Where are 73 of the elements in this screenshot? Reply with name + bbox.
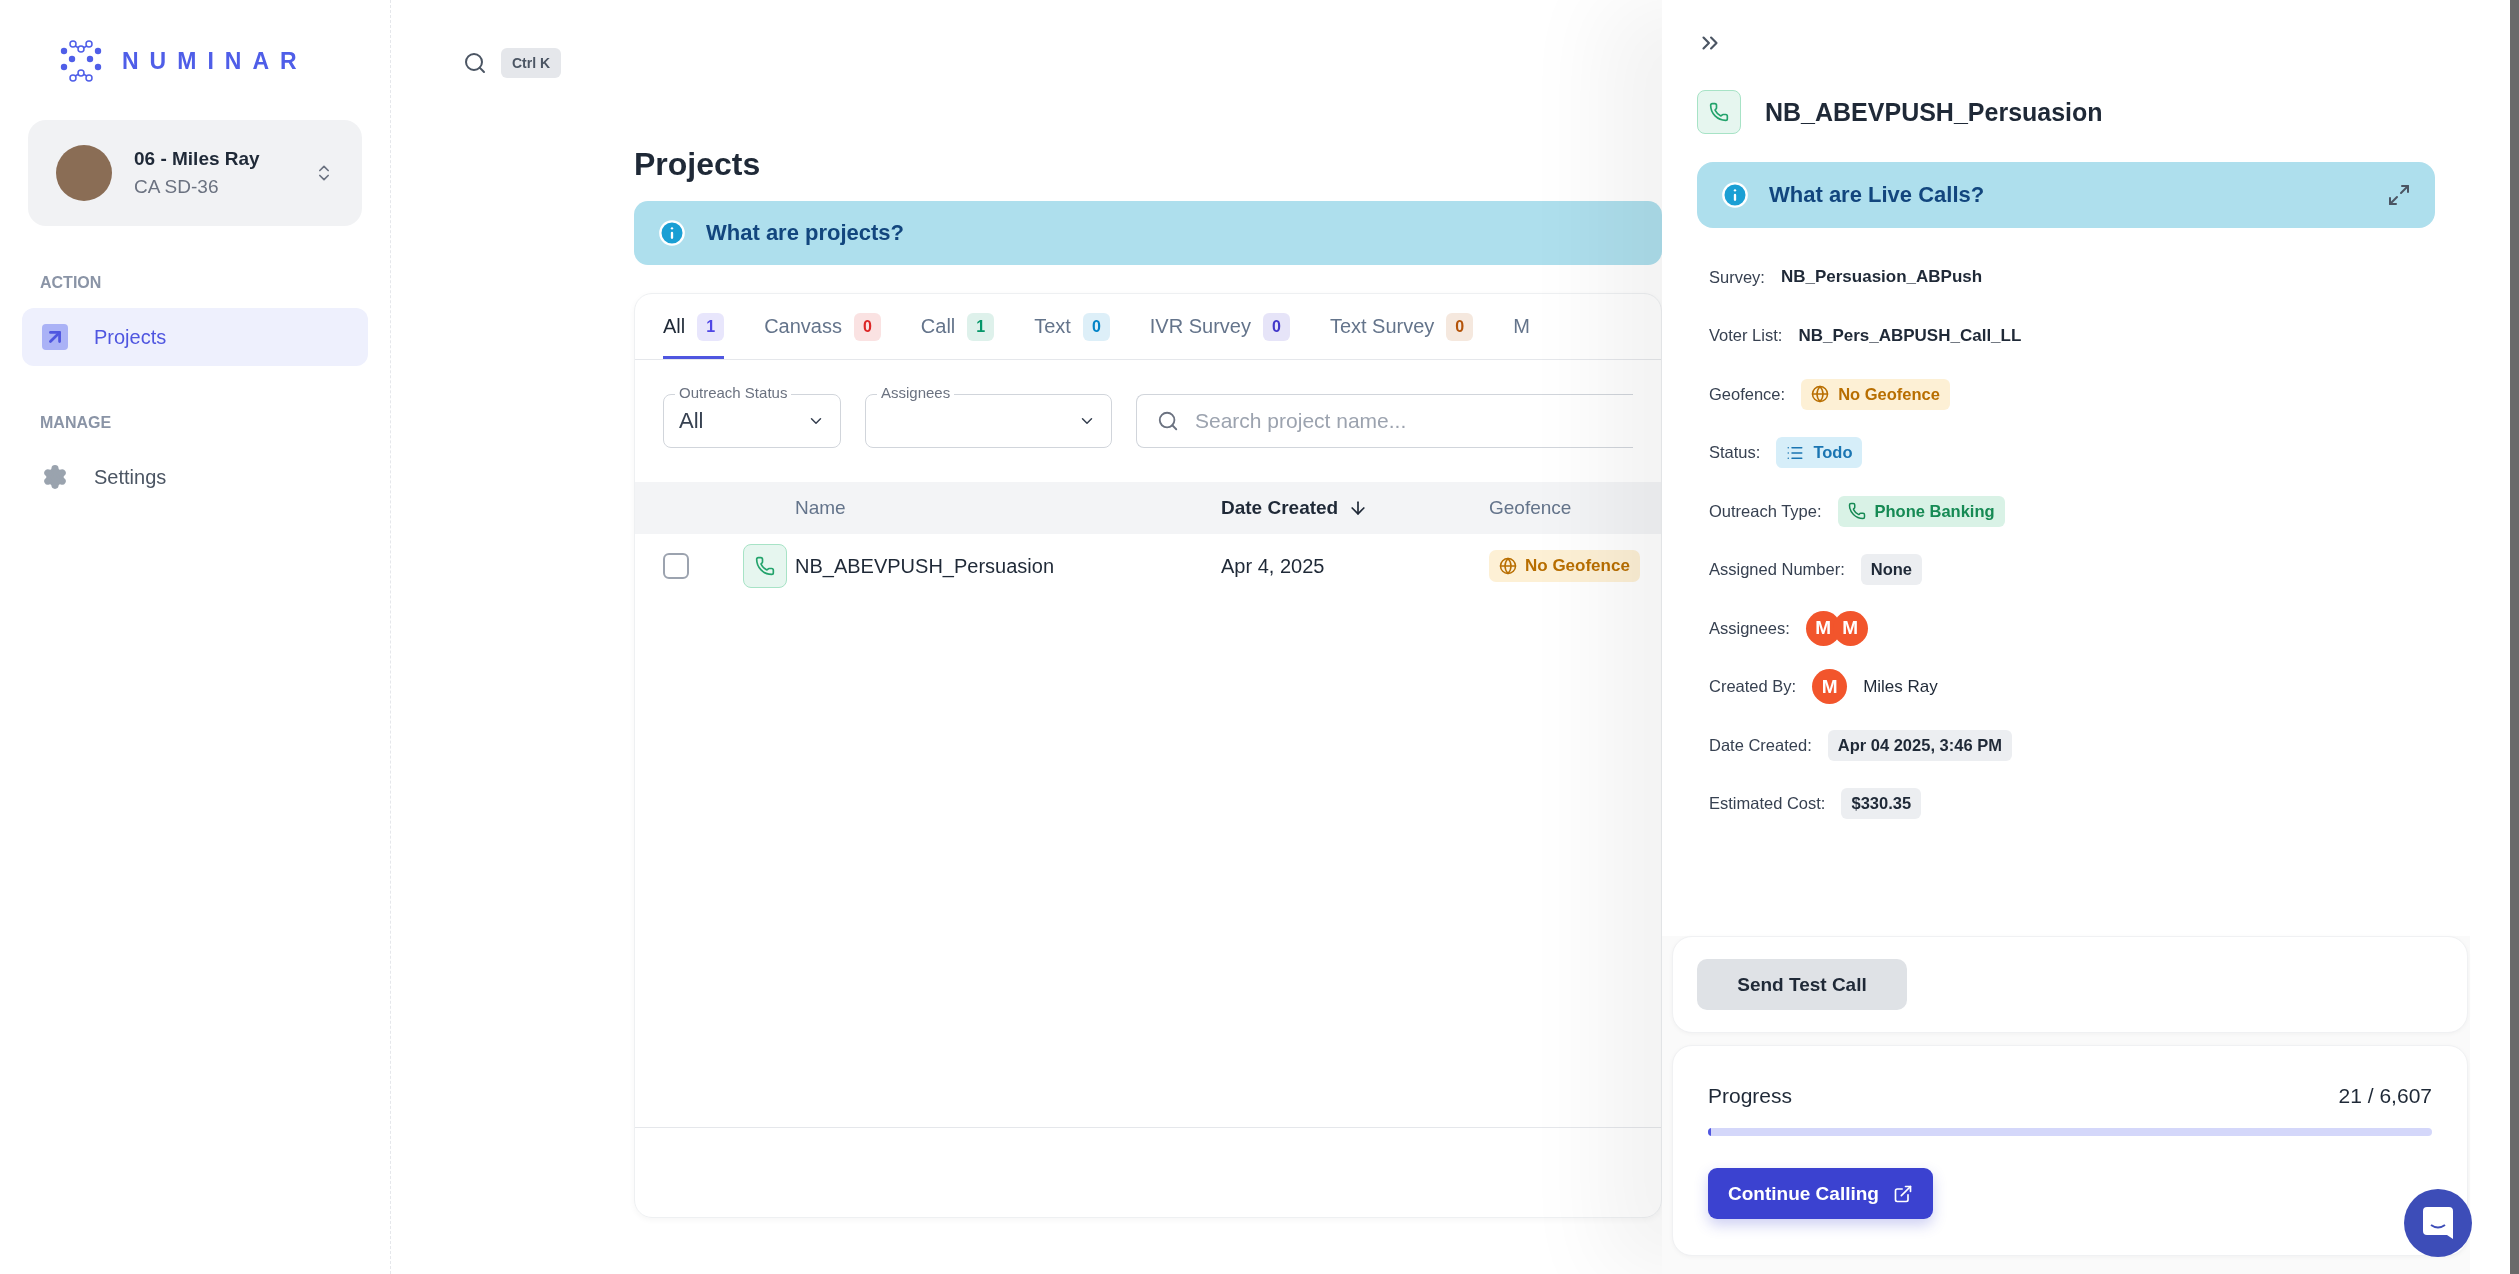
profile-photo-placeholder xyxy=(56,145,112,201)
info-icon xyxy=(1721,181,1749,209)
phone-icon xyxy=(743,544,787,588)
field-label: Estimated Cost: xyxy=(1709,794,1826,814)
value-chip: None xyxy=(1860,554,1922,586)
field-label: Outreach Type: xyxy=(1709,501,1822,521)
count-badge: 0 xyxy=(853,312,881,341)
progress-reading: 21 / 6,607 xyxy=(2338,1084,2432,1108)
filter-tab[interactable]: Text Survey 0 xyxy=(1329,294,1474,359)
nav-item[interactable]: Settings xyxy=(22,448,368,506)
field-label: Voter List: xyxy=(1709,326,1783,346)
account-district: CA SD-36 xyxy=(134,176,220,198)
status-badge: Todo xyxy=(1776,437,1863,469)
filter-tab[interactable]: Call 1 xyxy=(920,294,995,359)
panel-title: NB_ABEVPUSH_Persuasion xyxy=(1765,97,2103,127)
field-label: Survey: xyxy=(1709,267,1765,287)
value-chip: $330.35 xyxy=(1841,788,1922,820)
field-label: Assigned Number: xyxy=(1709,560,1845,580)
search-field[interactable]: Search project name... xyxy=(1136,394,1633,448)
column-header: Name xyxy=(795,497,847,519)
geofence-badge: No Geofence xyxy=(1801,378,1950,410)
creator-name: Miles Ray xyxy=(1863,676,1938,697)
count-badge: 1 xyxy=(697,312,725,341)
account-name: 06 - Miles Ray xyxy=(134,148,261,170)
assignees-select[interactable]: Assignees xyxy=(865,384,1112,448)
field-label: Created By: xyxy=(1709,677,1797,697)
table-cell-text: NB_ABEVPUSH_Persuasion xyxy=(795,554,1055,578)
info-icon xyxy=(658,219,686,247)
field-label: Assignees: xyxy=(1709,618,1790,638)
outreach-status-select[interactable]: Outreach Status All xyxy=(663,384,841,448)
info-banner[interactable]: What are Live Calls? xyxy=(1697,162,2435,228)
table-cell-text: Apr 4, 2025 xyxy=(1221,554,1326,578)
row-checkbox[interactable] xyxy=(663,553,689,579)
section-title: ACTION xyxy=(39,274,103,292)
info-banner[interactable]: What are projects? xyxy=(634,201,1662,265)
chat-icon xyxy=(2423,1207,2453,1239)
search-icon xyxy=(1157,410,1179,432)
page-title: Projects xyxy=(634,146,762,183)
outreach-type-badge: Phone Banking xyxy=(1837,495,2005,527)
continue-calling-button[interactable]: Continue Calling xyxy=(1708,1168,1933,1219)
field-label: Date Created: xyxy=(1709,735,1812,755)
account-switcher[interactable]: 06 - Miles Ray CA SD-36 xyxy=(28,120,362,226)
count-badge: 1 xyxy=(967,312,995,341)
gear-icon xyxy=(42,464,68,490)
field-value: NB_Pers_ABPUSH_Call_LL xyxy=(1798,325,2022,346)
search-icon[interactable] xyxy=(463,51,487,75)
column-header[interactable]: Date Created xyxy=(1221,497,1489,519)
user-avatar: M xyxy=(1812,669,1848,705)
shortcut-badge: Ctrl K xyxy=(501,48,562,78)
field-value: NB_Persuasion_ABPush xyxy=(1780,267,1983,288)
nav-item[interactable]: Projects xyxy=(22,308,368,366)
progress-label: Progress xyxy=(1708,1084,1793,1108)
geofence-badge: No Geofence xyxy=(1489,550,1640,582)
logo-icon xyxy=(60,40,102,82)
logo-text: NUMINAR xyxy=(122,47,308,75)
phone-icon xyxy=(1697,90,1741,134)
field-label: Geofence: xyxy=(1709,384,1786,404)
expand-icon[interactable] xyxy=(2387,183,2411,207)
count-badge: 0 xyxy=(1082,312,1110,341)
filter-tab[interactable]: M xyxy=(1513,294,1530,359)
filter-tab[interactable]: All 1 xyxy=(663,294,725,359)
scrollbar[interactable] xyxy=(2510,0,2519,1274)
field-label: Status: xyxy=(1709,443,1761,463)
external-link-icon xyxy=(1892,1183,1913,1204)
send-test-call-button[interactable]: Send Test Call xyxy=(1697,959,1907,1010)
filter-tab[interactable]: IVR Survey 0 xyxy=(1149,294,1290,359)
section-title: MANAGE xyxy=(39,414,113,432)
filter-tab[interactable]: Canvass 0 xyxy=(764,294,881,359)
filter-tab[interactable]: Text 0 xyxy=(1034,294,1110,359)
value-chip: Apr 04 2025, 3:46 PM xyxy=(1827,729,2012,761)
count-badge: 0 xyxy=(1446,312,1474,341)
count-badge: 0 xyxy=(1262,312,1290,341)
column-header: Geofence xyxy=(1489,497,1573,519)
